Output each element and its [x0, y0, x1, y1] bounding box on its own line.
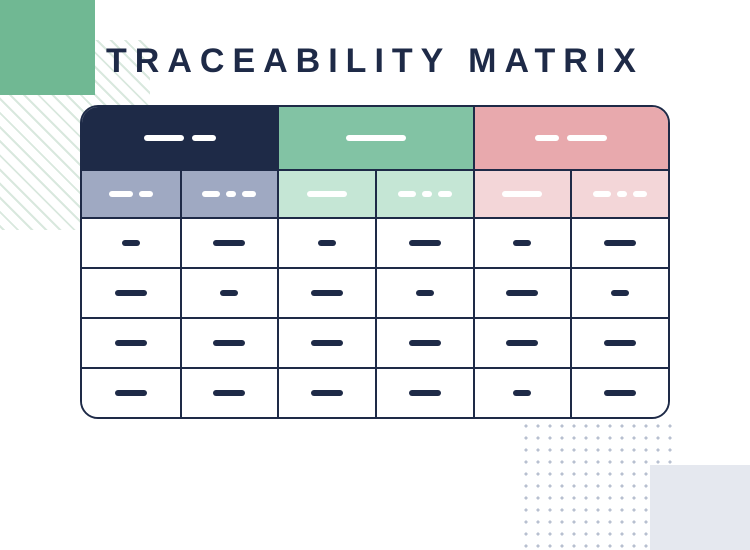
group-header-1: [82, 107, 277, 169]
sub-header-1: [82, 169, 180, 217]
table-row: [82, 317, 668, 367]
placeholder-text-icon: [318, 240, 336, 246]
table-cell: [180, 317, 278, 367]
page-title: TRACEABILITY MATRIX: [0, 42, 750, 81]
table-cell: [180, 367, 278, 417]
table-cell: [473, 317, 571, 367]
placeholder-text-icon: [604, 240, 636, 246]
table-cell: [375, 217, 473, 267]
placeholder-text-icon: [409, 340, 441, 346]
placeholder-text-icon: [422, 191, 432, 197]
placeholder-text-icon: [226, 191, 236, 197]
table-cell: [82, 267, 180, 317]
placeholder-text-icon: [506, 290, 538, 296]
placeholder-text-icon: [604, 390, 636, 396]
placeholder-text-icon: [398, 191, 416, 197]
table-cell: [375, 367, 473, 417]
placeholder-text-icon: [115, 390, 147, 396]
placeholder-text-icon: [611, 290, 629, 296]
table-cell: [82, 367, 180, 417]
table-cell: [375, 267, 473, 317]
group-header-2: [277, 107, 472, 169]
table-cell: [375, 317, 473, 367]
table-cell: [180, 217, 278, 267]
placeholder-text-icon: [109, 191, 133, 197]
sub-header-3: [277, 169, 375, 217]
sub-header-6: [570, 169, 668, 217]
placeholder-text-icon: [593, 191, 611, 197]
placeholder-text-icon: [213, 240, 245, 246]
placeholder-text-icon: [202, 191, 220, 197]
placeholder-text-icon: [220, 290, 238, 296]
table-cell: [277, 317, 375, 367]
placeholder-text-icon: [242, 191, 256, 197]
placeholder-text-icon: [115, 290, 147, 296]
table-row: [82, 267, 668, 317]
placeholder-text-icon: [567, 135, 607, 141]
placeholder-text-icon: [311, 340, 343, 346]
placeholder-text-icon: [502, 191, 542, 197]
table-cell: [570, 217, 668, 267]
placeholder-text-icon: [213, 390, 245, 396]
table-cell: [82, 217, 180, 267]
placeholder-text-icon: [311, 290, 343, 296]
placeholder-text-icon: [115, 340, 147, 346]
table-row: [82, 217, 668, 267]
sub-header-2: [180, 169, 278, 217]
placeholder-text-icon: [144, 135, 184, 141]
placeholder-text-icon: [617, 191, 627, 197]
sub-header-4: [375, 169, 473, 217]
table-cell: [570, 317, 668, 367]
placeholder-text-icon: [409, 390, 441, 396]
table-row: [82, 367, 668, 417]
table-cell: [82, 317, 180, 367]
placeholder-text-icon: [213, 340, 245, 346]
placeholder-text-icon: [513, 390, 531, 396]
table-sub-header-row: [82, 169, 668, 217]
placeholder-text-icon: [416, 290, 434, 296]
group-header-3: [473, 107, 668, 169]
placeholder-text-icon: [535, 135, 559, 141]
placeholder-text-icon: [346, 135, 406, 141]
placeholder-text-icon: [409, 240, 441, 246]
placeholder-text-icon: [307, 191, 347, 197]
table-cell: [180, 267, 278, 317]
sub-header-5: [473, 169, 571, 217]
table-cell: [277, 217, 375, 267]
placeholder-text-icon: [438, 191, 452, 197]
table-cell: [473, 367, 571, 417]
placeholder-text-icon: [506, 340, 538, 346]
placeholder-text-icon: [604, 340, 636, 346]
traceability-matrix-table: [80, 105, 670, 419]
placeholder-text-icon: [311, 390, 343, 396]
table-cell: [277, 267, 375, 317]
table-cell: [473, 217, 571, 267]
placeholder-text-icon: [122, 240, 140, 246]
table-group-header-row: [82, 107, 668, 169]
table-cell: [570, 367, 668, 417]
placeholder-text-icon: [192, 135, 216, 141]
table-cell: [473, 267, 571, 317]
table-cell: [570, 267, 668, 317]
decorative-grey-block: [650, 465, 750, 550]
placeholder-text-icon: [139, 191, 153, 197]
table-cell: [277, 367, 375, 417]
placeholder-text-icon: [633, 191, 647, 197]
placeholder-text-icon: [513, 240, 531, 246]
